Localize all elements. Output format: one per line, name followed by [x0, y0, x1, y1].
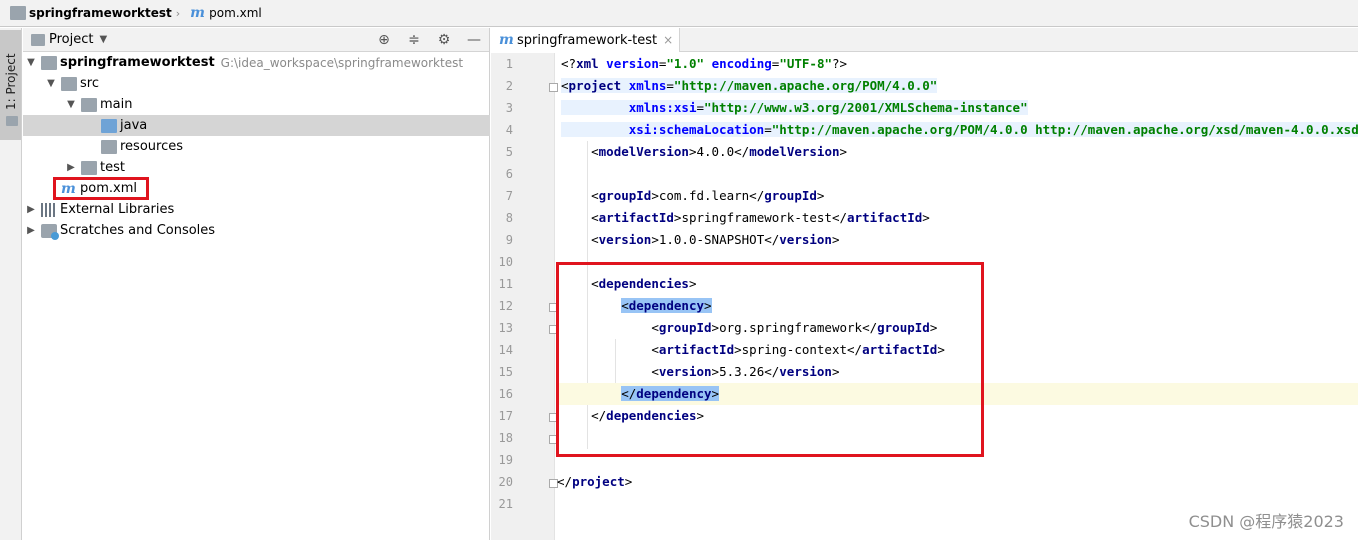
breadcrumb-project[interactable]: springframeworktest	[29, 6, 172, 20]
chevron-down-icon[interactable]: ▼	[25, 57, 37, 68]
gear-icon[interactable]: ⚙	[435, 31, 453, 49]
module-folder-icon	[41, 55, 57, 70]
code-line-8: <artifactId>springframework-test</artifa…	[591, 210, 930, 225]
line-number: 4	[505, 123, 513, 137]
folder-icon	[81, 97, 97, 112]
line-number: 11	[498, 277, 513, 291]
chevron-right-icon: ›	[175, 6, 181, 20]
code-line-1: <?xml version="1.0" encoding="UTF-8"?>	[561, 56, 848, 71]
resources-folder-icon	[101, 139, 117, 154]
line-number: 7	[505, 189, 513, 203]
line-number: 9	[505, 233, 513, 247]
tool-window-strip: 1: Project	[0, 28, 22, 540]
code-line-3: xmlns:xsi="http://www.w3.org/2001/XMLSch…	[557, 97, 1358, 119]
tree-item-java[interactable]: java	[23, 115, 490, 136]
chevron-down-icon[interactable]: ▼	[45, 78, 57, 89]
line-number: 15	[498, 365, 513, 379]
close-icon[interactable]: ×	[663, 33, 673, 47]
line-number: 14	[498, 343, 513, 357]
chevron-down-icon[interactable]: ▼	[99, 34, 107, 45]
project-tool-icon	[6, 116, 18, 126]
editor-tab-bar: m springframework-test ×	[491, 28, 1358, 52]
locate-icon[interactable]: ⊕	[375, 31, 393, 49]
tree-item-resources[interactable]: resources	[23, 136, 490, 157]
breadcrumb-file[interactable]: pom.xml	[209, 6, 262, 20]
tab-label: springframework-test	[517, 32, 658, 48]
project-tool-label: 1: Project	[4, 53, 18, 110]
tree-item-external-libraries[interactable]: ▶ External Libraries	[23, 199, 490, 220]
project-folder-icon	[10, 6, 26, 20]
line-number: 10	[498, 255, 513, 269]
line-number: 2	[505, 79, 513, 93]
line-number: 8	[505, 211, 513, 225]
line-number: 16	[498, 387, 513, 401]
highlight-box-pom	[53, 177, 149, 200]
tree-item-label: resources	[120, 139, 184, 154]
project-panel: Project ▼ ⊕ ≑ ⚙ — ▼ springframeworktest …	[23, 28, 490, 540]
navigation-breadcrumb: springframeworktest › m pom.xml	[0, 0, 1358, 27]
chevron-right-icon[interactable]: ▶	[25, 204, 37, 215]
line-number: 17	[498, 409, 513, 423]
maven-file-icon: m	[499, 32, 514, 48]
line-number: 20	[498, 475, 513, 489]
scratches-icon	[41, 223, 59, 240]
tree-item-test[interactable]: ▶ test	[23, 157, 490, 178]
tree-item-label: src	[80, 76, 99, 91]
folder-icon	[81, 160, 97, 175]
tree-item-scratches[interactable]: ▶ Scratches and Consoles	[23, 220, 490, 241]
tree-item-label: springframeworktest	[60, 55, 215, 70]
project-view-icon	[31, 33, 45, 46]
minimize-icon[interactable]: —	[465, 31, 483, 49]
line-number: 6	[505, 167, 513, 181]
line-number: 21	[498, 497, 513, 511]
tree-item-label: main	[100, 97, 133, 112]
project-path: G:\idea_workspace\springframeworktest	[220, 55, 464, 70]
tree-item-label: java	[120, 118, 148, 133]
code-line-2: <project xmlns="http://maven.apache.org/…	[561, 78, 938, 93]
collapse-all-icon[interactable]: ≑	[405, 31, 423, 49]
line-number: 12	[498, 299, 513, 313]
code-line-9: <version>1.0.0-SNAPSHOT</version>	[591, 232, 840, 247]
line-number: 13	[498, 321, 513, 335]
tree-item-label: External Libraries	[60, 202, 175, 217]
tree-item-label: test	[100, 160, 125, 175]
line-number: 1	[505, 57, 513, 71]
source-folder-icon	[101, 118, 117, 133]
chevron-right-icon[interactable]: ▶	[25, 225, 37, 236]
library-icon	[41, 202, 57, 217]
line-number: 19	[498, 453, 513, 467]
highlight-box-dependencies	[556, 262, 984, 457]
tree-item-src[interactable]: ▼ src	[23, 73, 490, 94]
project-view-title[interactable]: Project	[49, 32, 93, 47]
folder-icon	[61, 76, 77, 91]
project-panel-header: Project ▼ ⊕ ≑ ⚙ —	[23, 28, 489, 52]
line-number: 5	[505, 145, 513, 159]
code-line-5: <modelVersion>4.0.0</modelVersion>	[591, 144, 848, 159]
tree-item-main[interactable]: ▼ main	[23, 94, 490, 115]
watermark: CSDN @程序猿2023	[1188, 512, 1344, 531]
editor-tab-pom[interactable]: m springframework-test ×	[491, 28, 681, 52]
chevron-right-icon[interactable]: ▶	[65, 162, 77, 173]
code-line-7: <groupId>com.fd.learn</groupId>	[591, 188, 825, 203]
code-line-4: xsi:schemaLocation="http://maven.apache.…	[557, 119, 1358, 141]
tree-item-project-root[interactable]: ▼ springframeworktest G:\idea_workspace\…	[23, 52, 490, 73]
tree-item-label: Scratches and Consoles	[60, 223, 216, 238]
maven-file-icon: m	[190, 5, 205, 21]
line-number-gutter: 1 2 3 4 5 6 7 8 9 10 11 12 13 14 15 16 1…	[491, 53, 558, 540]
code-line-20: </project>	[557, 474, 633, 489]
line-number: 18	[498, 431, 513, 445]
chevron-down-icon[interactable]: ▼	[65, 99, 77, 110]
line-number: 3	[505, 101, 513, 115]
